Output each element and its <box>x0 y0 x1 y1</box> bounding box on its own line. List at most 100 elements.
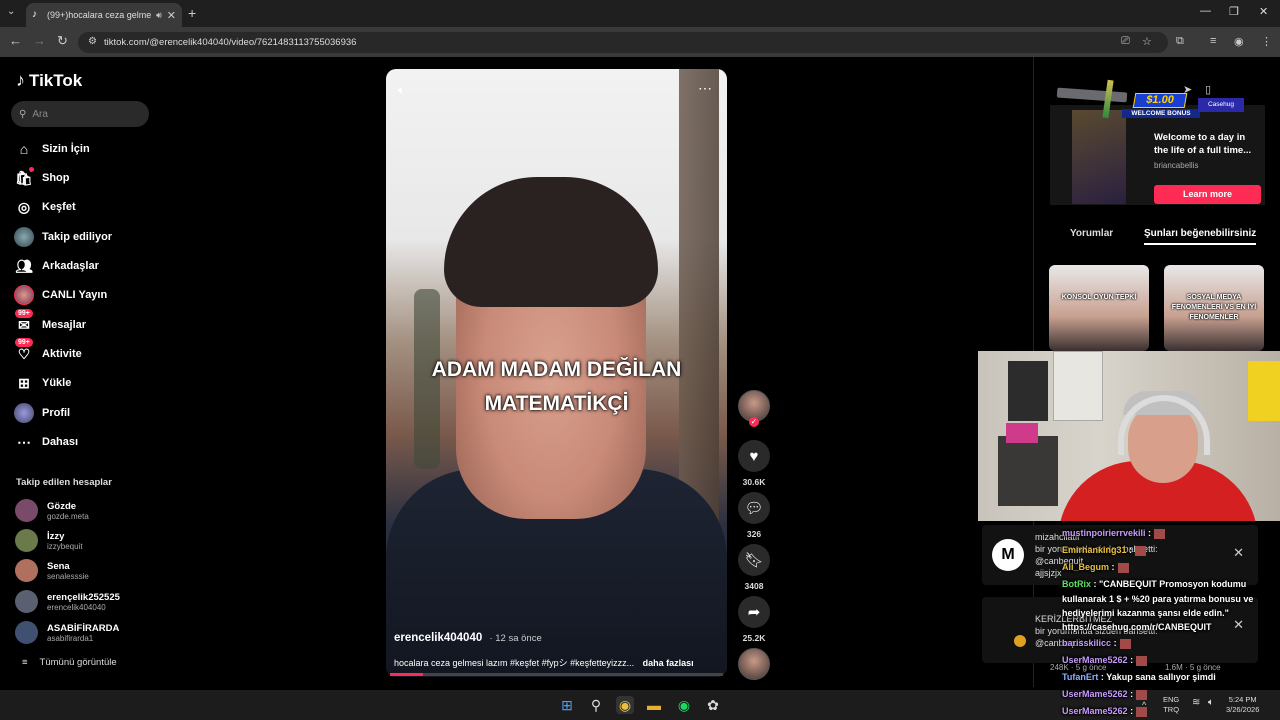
account-name: Sena <box>47 560 70 572</box>
nav-friends[interactable]: 👥︎ Arkadaşlar <box>14 256 99 276</box>
wall-poster <box>1053 351 1103 421</box>
restore-icon[interactable]: ❐ <box>1229 5 1239 18</box>
activity-icon: ♡ 99+ <box>14 338 34 364</box>
nav-activity[interactable]: ♡ 99+ Aktivite <box>14 338 82 364</box>
volume-icon[interactable]: 🔈︎ <box>1208 698 1214 708</box>
ad-thumbnail[interactable] <box>1072 110 1126 204</box>
followed-account[interactable]: ASABİFİRARDA asabifirarda1 <box>15 621 119 644</box>
nav-label: Profil <box>42 407 71 419</box>
followed-account[interactable]: İzzy izzybequit <box>15 529 83 552</box>
chat-message: BotRix : "CANBEQUIT Promosyon kodumu <box>1062 579 1247 589</box>
recommended-video[interactable]: KONSOL OYUN TEPKİ <box>1049 265 1149 351</box>
nav-profile[interactable]: Profil <box>14 403 70 423</box>
windows-start-icon[interactable]: ⊞ <box>558 696 576 714</box>
back-icon[interactable]: ← <box>9 33 22 48</box>
nav-upload[interactable]: ⊞ Yükle <box>14 373 71 393</box>
promo-label: WELCOME BONUS <box>1122 109 1200 118</box>
chrome-icon[interactable]: ◉ <box>616 696 634 714</box>
recommended-video[interactable]: SOSYAL MEDYA FENOMENLERİ VS EN İYİ FENOM… <box>1164 265 1264 351</box>
search-placeholder: Ara <box>32 108 48 120</box>
nav-explore[interactable]: ◎ Keşfet <box>14 197 76 217</box>
nav-more[interactable]: ⋯ Dahası <box>14 432 78 452</box>
followed-account[interactable]: Gözde gozde.meta <box>15 499 89 522</box>
read-more-link[interactable]: daha fazlası <box>643 658 694 668</box>
site-info-icon[interactable]: ⚙ <box>88 36 97 47</box>
spotify-icon[interactable]: ◉ <box>675 696 693 714</box>
address-bar[interactable]: tiktok.com/@erencelik404040/video/762148… <box>78 32 1168 53</box>
comment-button[interactable]: 💬︎ 326 <box>738 492 770 539</box>
tab-comments[interactable]: Yorumlar <box>1070 228 1113 239</box>
comment-icon: 💬︎ <box>738 492 770 524</box>
forward-icon[interactable]: → <box>33 33 46 48</box>
avatar <box>15 559 38 582</box>
close-tab-icon[interactable]: ✕ <box>167 9 176 22</box>
minimize-icon[interactable]: — <box>1200 5 1211 17</box>
volume-icon[interactable]: 🔈︎ <box>398 82 406 98</box>
comment-count: 326 <box>746 529 762 539</box>
followed-account[interactable]: Sena senalesssie <box>15 559 89 582</box>
save-button[interactable]: 🔖︎ 3408 <box>738 544 770 591</box>
bookmark-star-icon[interactable]: ☆ <box>1142 35 1152 48</box>
more-icon: ⋯ <box>17 433 31 450</box>
tab-suggestions[interactable]: Şunları beğenebilirsiniz <box>1144 228 1257 245</box>
wifi-icon[interactable]: ≋ <box>1192 698 1200 708</box>
nav-label: Mesajlar <box>42 319 87 331</box>
video-author[interactable]: erencelik404040 · 12 sa önce <box>394 632 542 644</box>
video-progress-bar[interactable] <box>390 673 723 676</box>
reading-list-icon[interactable]: ≡ <box>1210 35 1216 47</box>
chat-message: UserMame5262 : <box>1062 655 1148 666</box>
clock[interactable]: 5:24 PM 3/26/2026 <box>1226 695 1259 715</box>
nav-label: Dahası <box>42 436 79 448</box>
chat-message: UserMame5262 : <box>1062 706 1148 717</box>
author-name[interactable]: erencelik404040 <box>394 632 482 644</box>
avatar <box>15 529 38 552</box>
account-name: İzzy <box>47 530 65 542</box>
browser-tab[interactable]: ♪ (99+)hocalara ceza gelmesi 🔊︎ ✕ <box>26 3 182 27</box>
overlay-line-2: MATEMATİKÇİ <box>484 392 629 415</box>
nav-messages[interactable]: ✉ 99+ Mesajlar <box>14 309 87 335</box>
nav-live[interactable]: CANLI Yayın <box>14 285 107 305</box>
folder-icon[interactable]: ▬ <box>645 696 663 714</box>
more-options-icon[interactable]: ⋯ <box>698 80 712 97</box>
extensions-icon[interactable]: ⧉ <box>1176 35 1184 48</box>
close-icon[interactable]: ✕ <box>1233 545 1244 561</box>
compass-icon: ◎ <box>17 198 31 215</box>
like-button[interactable]: ♥ 30.6K <box>738 440 770 487</box>
followed-account[interactable]: erençelik252525 erencelik404040 <box>15 590 120 613</box>
account-handle: erencelik404040 <box>47 602 106 612</box>
search-icon[interactable]: ⚲ <box>587 696 605 714</box>
nav-for-you[interactable]: ⌂ Sizin İçin <box>14 139 90 159</box>
learn-more-button[interactable]: Learn more <box>1154 185 1261 204</box>
close-window-icon[interactable]: ✕ <box>1259 5 1268 18</box>
list-icon: ≡ <box>22 657 28 668</box>
chevron-up-icon[interactable]: ^ <box>1142 700 1146 710</box>
profile-avatar-icon[interactable]: ◉ <box>1234 35 1244 48</box>
tab-search-icon[interactable]: ⌄ <box>7 6 15 17</box>
nav-label: Yükle <box>42 377 72 389</box>
close-icon[interactable]: ✕ <box>1233 617 1244 633</box>
tiktok-logo[interactable]: ♪ TikTok <box>16 70 82 91</box>
app-icon[interactable]: ✿ <box>704 696 722 714</box>
nav-shop[interactable]: 🛍︎ Shop <box>14 167 70 188</box>
nav-following[interactable]: Takip ediliyor <box>14 227 112 247</box>
ad-title[interactable]: Welcome to a day in the life of a full t… <box>1154 131 1262 157</box>
browser-menu-icon[interactable]: ⋮ <box>1261 35 1272 48</box>
search-input[interactable]: ⚲ Ara <box>11 101 149 127</box>
recommended-title: KONSOL OYUN TEPKİ <box>1061 294 1137 301</box>
language-indicator[interactable]: ENG TRQ <box>1163 695 1179 715</box>
see-all-button[interactable]: ≡ Tümünü görüntüle <box>22 657 117 668</box>
next-video-avatar[interactable] <box>738 648 770 680</box>
stat-right: 1.6M · 5 g önce <box>1165 663 1221 672</box>
progress-fill <box>390 673 424 676</box>
follow-check-icon[interactable]: ✓ <box>749 417 759 427</box>
install-app-icon[interactable]: ⎚ <box>1121 35 1130 48</box>
new-tab-icon[interactable]: + <box>188 5 196 21</box>
inbox-icon[interactable]: ▯ <box>1205 83 1211 96</box>
post-time: · 12 sa önce <box>489 633 542 644</box>
share-button[interactable]: ➦ 25.2K <box>738 596 770 643</box>
video-player[interactable]: ADAM MADAM DEĞİLAN MATEMATİKÇİ <box>386 69 727 677</box>
video-frame-detail <box>444 177 658 307</box>
audio-icon[interactable]: 🔊︎ <box>156 10 162 21</box>
reload-icon[interactable]: ↻ <box>57 33 68 49</box>
nav-label: CANLI Yayın <box>42 289 108 301</box>
